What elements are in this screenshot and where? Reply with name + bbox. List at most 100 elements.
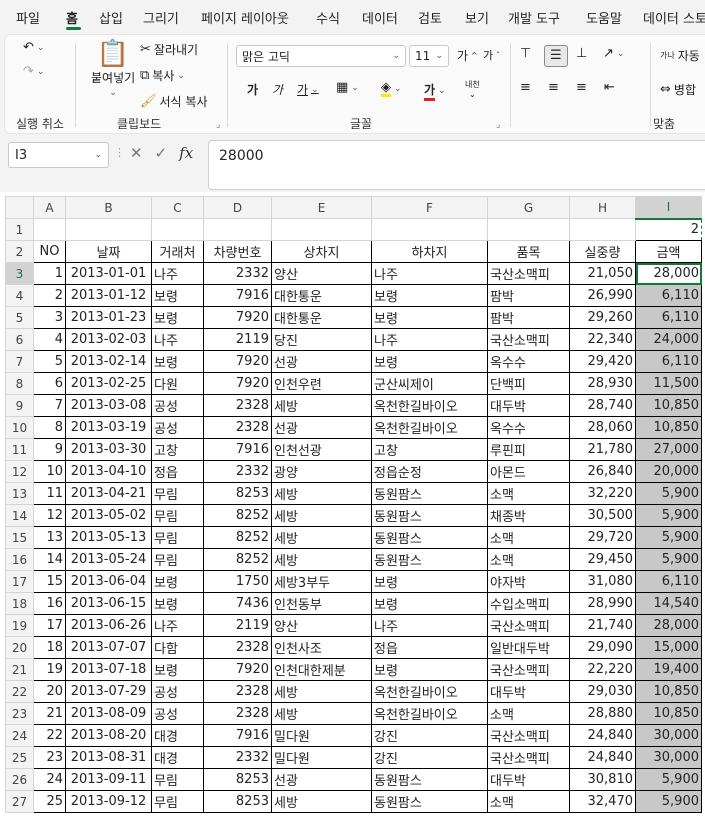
cell[interactable]: 단백피 [487, 372, 570, 395]
cell[interactable]: 2119 [203, 614, 272, 637]
row-header[interactable]: 15 [5, 526, 34, 549]
row-header[interactable]: 5 [5, 306, 34, 329]
cell[interactable]: 2332 [203, 746, 272, 769]
cell[interactable]: 보령 [151, 350, 204, 373]
header-cell[interactable]: 날짜 [65, 240, 152, 263]
cell[interactable]: 양산 [271, 614, 372, 637]
row-header[interactable]: 10 [5, 416, 34, 439]
cell[interactable]: 1 [33, 262, 66, 285]
cell[interactable]: 소맥 [487, 482, 570, 505]
cell[interactable]: 보령 [151, 284, 204, 307]
cell[interactable]: 19,400 [635, 658, 702, 681]
cell[interactable]: 7920 [203, 372, 272, 395]
cell[interactable]: 무림 [151, 790, 204, 813]
cell[interactable]: 공성 [151, 680, 204, 703]
cell[interactable]: 8 [33, 416, 66, 439]
row-header[interactable]: 16 [5, 548, 34, 571]
cell[interactable]: 10 [33, 460, 66, 483]
select-all-corner[interactable] [5, 196, 34, 219]
menu-item[interactable]: 페이지 레이아웃 [201, 8, 289, 27]
cell[interactable]: 다함 [151, 636, 204, 659]
cell[interactable]: 15 [33, 570, 66, 593]
cell[interactable]: 정읍 [151, 460, 204, 483]
cell[interactable]: 다원 [151, 372, 204, 395]
cell[interactable]: 7916 [203, 284, 272, 307]
cell[interactable]: 2013-04-10 [65, 460, 152, 483]
row-header[interactable]: 22 [5, 680, 34, 703]
cell[interactable]: 21,050 [569, 262, 636, 285]
cell[interactable]: 고창 [151, 438, 204, 461]
cell[interactable]: 보령 [371, 570, 488, 593]
cell[interactable]: 3 [33, 306, 66, 329]
cell[interactable]: 나주 [371, 328, 488, 351]
cell[interactable]: 2013-08-20 [65, 724, 152, 747]
row-header[interactable]: 6 [5, 328, 34, 351]
menu-item[interactable]: 데이터 스토 [643, 8, 705, 27]
cell[interactable]: 세방 [271, 504, 372, 527]
cell[interactable]: 강진 [371, 746, 488, 769]
cell[interactable]: 8253 [203, 768, 272, 791]
cell[interactable]: 28,740 [569, 394, 636, 417]
cell[interactable]: 17 [33, 614, 66, 637]
cell[interactable]: 28,060 [569, 416, 636, 439]
align-top-button[interactable]: ⊤ [520, 47, 531, 60]
cell[interactable]: 나주 [151, 262, 204, 285]
cell[interactable]: 대경 [151, 746, 204, 769]
cell[interactable]: 동원팜스 [371, 504, 488, 527]
cell[interactable]: 옥천한길바이오 [371, 680, 488, 703]
decrease-indent-button[interactable]: ⇤ [604, 81, 615, 94]
cell[interactable]: 19 [33, 658, 66, 681]
cell[interactable]: 나주 [371, 614, 488, 637]
dialog-launcher-icon[interactable]: ⌟ [216, 120, 220, 130]
row-header[interactable]: 9 [5, 394, 34, 417]
cell[interactable]: 5,900 [635, 482, 702, 505]
cell[interactable]: 2013-09-11 [65, 768, 152, 791]
cell[interactable]: 채종박 [487, 504, 570, 527]
cell[interactable]: 보령 [151, 658, 204, 681]
cell[interactable]: 대두박 [487, 394, 570, 417]
cell[interactable]: 동원팜스 [371, 790, 488, 813]
cell[interactable]: 2 [635, 218, 702, 241]
header-cell[interactable]: 실중량 [569, 240, 636, 263]
row-header[interactable]: 8 [5, 372, 34, 395]
cell[interactable]: 옥수수 [487, 350, 570, 373]
cell[interactable]: 18 [33, 636, 66, 659]
cell[interactable]: 보령 [151, 592, 204, 615]
align-middle-button[interactable]: ☰ [544, 45, 568, 67]
wrap-text-button[interactable]: 가나 자동 [660, 47, 700, 64]
cell[interactable]: 선광 [271, 768, 372, 791]
row-header[interactable]: 20 [5, 636, 34, 659]
cell[interactable]: 8253 [203, 482, 272, 505]
cell[interactable]: 21,780 [569, 438, 636, 461]
font-name-combo[interactable]: 맑은 고딕 ⌄ [236, 45, 406, 67]
cell[interactable]: 무림 [151, 504, 204, 527]
cell[interactable]: 광양 [271, 460, 372, 483]
cell[interactable]: 10,850 [635, 394, 702, 417]
phonetic-button[interactable]: 내천 ⌄ [465, 79, 480, 99]
cell[interactable]: 22,340 [569, 328, 636, 351]
cell[interactable]: 국산소맥피 [487, 614, 570, 637]
cell[interactable]: 5,900 [635, 790, 702, 813]
format-painter-button[interactable]: 🖌 서식 복사 [140, 93, 208, 110]
cell[interactable]: 옥천한길바이오 [371, 702, 488, 725]
undo-button[interactable]: ↶ ⌄ [23, 41, 44, 54]
dialog-launcher-icon[interactable]: ⌟ [496, 120, 500, 130]
cell[interactable]: 2013-06-26 [65, 614, 152, 637]
cell[interactable]: 29,720 [569, 526, 636, 549]
row-header[interactable]: 3 [5, 262, 34, 285]
row-header[interactable]: 17 [5, 570, 34, 593]
insert-function-icon[interactable]: fx [179, 144, 193, 162]
header-cell[interactable]: 거래처 [151, 240, 204, 263]
cell[interactable]: 2013-05-13 [65, 526, 152, 549]
align-left-button[interactable]: ≡ [520, 81, 531, 94]
cell[interactable]: 26,840 [569, 460, 636, 483]
cell[interactable]: 보령 [371, 284, 488, 307]
formula-input[interactable]: 28000 [208, 140, 705, 190]
cell[interactable]: 2013-05-02 [65, 504, 152, 527]
cell[interactable]: 22 [33, 724, 66, 747]
cell[interactable]: 2013-08-09 [65, 702, 152, 725]
cell[interactable]: 8252 [203, 526, 272, 549]
cell[interactable]: 5 [33, 350, 66, 373]
cell[interactable]: 대한통운 [271, 306, 372, 329]
column-header[interactable]: I [635, 196, 702, 220]
